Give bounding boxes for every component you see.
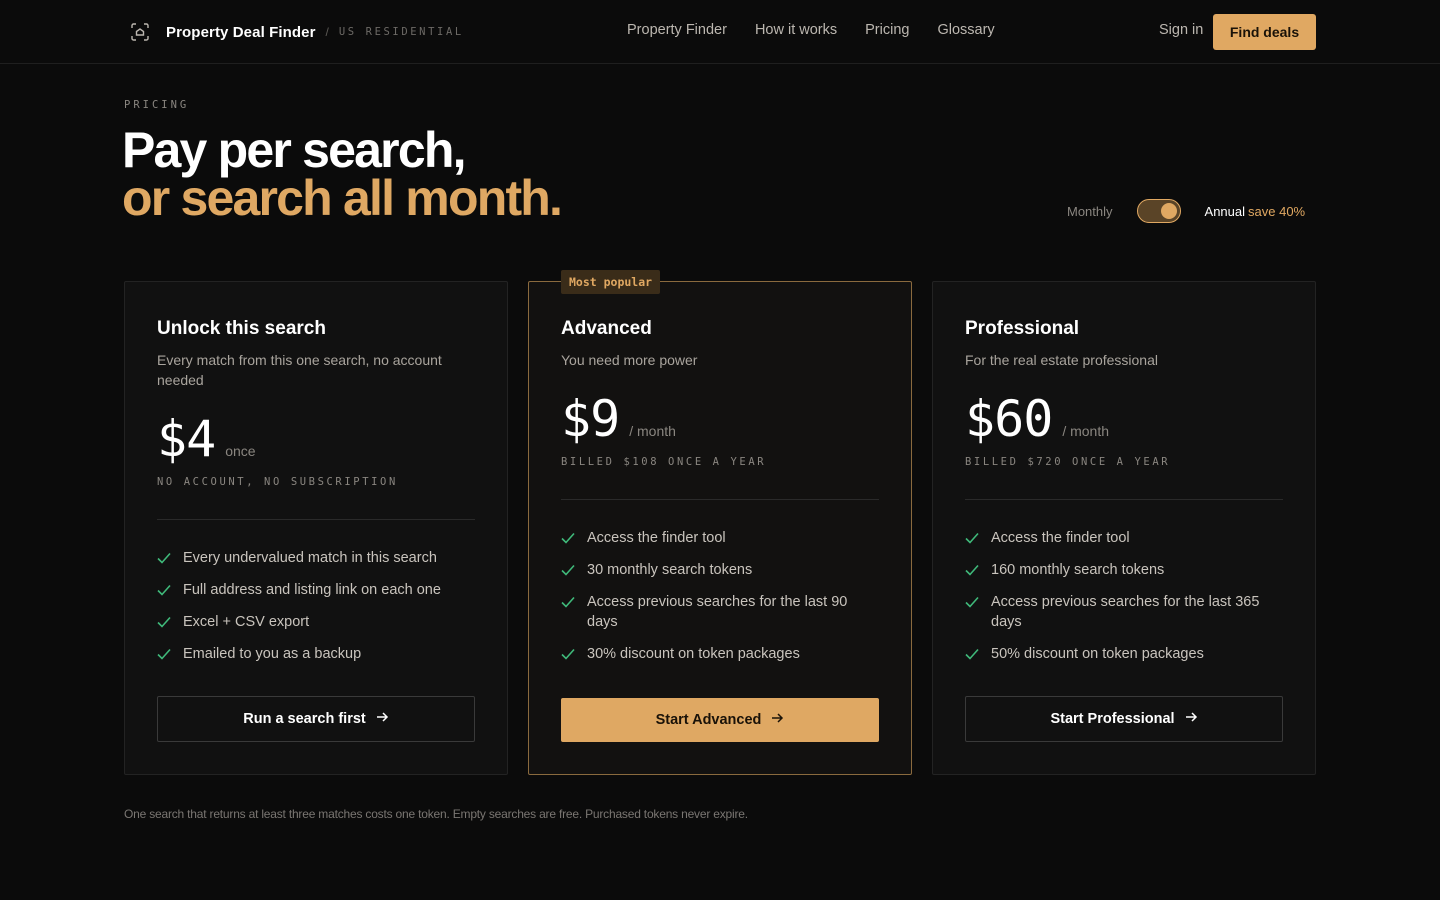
plan-price: $60 — [965, 390, 1053, 448]
list-item: 50% discount on token packages — [965, 644, 1283, 664]
nav-how-it-works[interactable]: How it works — [755, 22, 837, 38]
arrow-right-icon — [1185, 711, 1198, 727]
brand-tag: US RESIDENTIAL — [338, 26, 464, 38]
plan-description: Every match from this one search, no acc… — [157, 352, 442, 388]
arrow-right-icon — [771, 712, 784, 728]
toggle-knob — [1160, 203, 1177, 219]
save-badge: save 40% — [1248, 203, 1306, 219]
list-item: Access the finder tool — [561, 528, 879, 548]
plan-price: $4 — [157, 410, 216, 468]
feature-text: Access the finder tool — [991, 530, 1130, 546]
cta-label: Start Advanced — [655, 712, 762, 728]
list-item: 160 monthly search tokens — [965, 560, 1283, 580]
list-item: Excel + CSV export — [157, 612, 475, 632]
start-advanced-button[interactable]: Start Advanced — [561, 698, 879, 742]
feature-text: 160 monthly search tokens — [991, 562, 1165, 578]
plan-name: Unlock this search — [157, 318, 326, 339]
check-icon — [561, 644, 575, 664]
annual-label[interactable]: Annual — [1205, 204, 1245, 219]
price-row: $9 / month — [561, 390, 676, 448]
title-line-1: Pay per search, — [122, 122, 466, 178]
feature-text: Full address and listing link on each on… — [183, 582, 441, 598]
list-item: 30% discount on token packages — [561, 644, 879, 664]
feature-text: Every undervalued match in this search — [183, 550, 437, 566]
check-icon — [561, 560, 575, 580]
divider — [561, 499, 879, 500]
check-icon — [561, 592, 575, 612]
top-bar: Property Deal Finder / US RESIDENTIAL Pr… — [0, 0, 1440, 64]
pricing-footnote: One search that returns at least three m… — [124, 807, 748, 821]
check-icon — [965, 644, 979, 664]
check-icon — [157, 580, 171, 600]
brand-separator: / — [325, 25, 329, 39]
price-row: $4 once — [157, 410, 256, 468]
plan-card-professional: Professional For the real estate profess… — [932, 281, 1316, 775]
plan-name: Advanced — [561, 318, 652, 339]
run-search-button[interactable]: Run a search first — [157, 696, 475, 742]
list-item: Access previous searches for the last 90… — [561, 592, 879, 632]
check-icon — [965, 560, 979, 580]
billing-note: NO ACCOUNT, NO SUBSCRIPTION — [157, 476, 398, 488]
plan-period: / month — [1062, 423, 1110, 439]
plan-period: / month — [629, 423, 676, 439]
check-icon — [965, 528, 979, 548]
billing-toggle[interactable] — [1136, 199, 1181, 223]
feature-text: Access previous searches for the last 36… — [991, 594, 1260, 630]
plan-card-unlock: Unlock this search Every match from this… — [124, 281, 508, 775]
feature-text: 50% discount on token packages — [991, 646, 1204, 662]
list-item: Emailed to you as a backup — [157, 644, 475, 664]
find-deals-button[interactable]: Find deals — [1213, 14, 1316, 50]
billing-note: BILLED $720 ONCE A YEAR — [965, 456, 1171, 468]
scan-icon — [128, 20, 152, 44]
feature-text: Emailed to you as a backup — [183, 646, 362, 662]
cta-label: Start Professional — [1050, 711, 1175, 727]
divider — [157, 519, 475, 520]
feature-text: 30% discount on token packages — [587, 646, 800, 662]
arrow-right-icon — [376, 711, 389, 727]
plan-description: For the real estate professional — [965, 352, 1158, 368]
brand-name: Property Deal Finder — [166, 23, 316, 41]
plan-period: once — [225, 443, 256, 459]
list-item: Access previous searches for the last 36… — [965, 592, 1283, 632]
sign-in-link[interactable]: Sign in — [1159, 22, 1203, 38]
check-icon — [157, 644, 171, 664]
feature-text: Excel + CSV export — [183, 614, 310, 630]
feature-text: Access previous searches for the last 90… — [587, 594, 848, 630]
price-row: $60 / month — [965, 390, 1109, 448]
list-item: Access the finder tool — [965, 528, 1283, 548]
plan-price: $9 — [561, 390, 620, 448]
divider — [965, 499, 1283, 500]
brand[interactable]: Property Deal Finder / US RESIDENTIAL — [128, 20, 464, 44]
main-nav: Property Finder How it works Pricing Glo… — [627, 22, 995, 38]
feature-list: Every undervalued match in this search F… — [157, 548, 475, 676]
check-icon — [561, 528, 575, 548]
nav-property-finder[interactable]: Property Finder — [627, 22, 727, 38]
plan-name: Professional — [965, 318, 1080, 339]
feature-text: 30 monthly search tokens — [587, 562, 753, 578]
list-item: 30 monthly search tokens — [561, 560, 879, 580]
section-eyebrow: PRICING — [124, 99, 190, 111]
nav-pricing[interactable]: Pricing — [865, 22, 909, 38]
list-item: Full address and listing link on each on… — [157, 580, 475, 600]
feature-text: Access the finder tool — [587, 530, 726, 546]
title-line-2: or search all month. — [122, 170, 563, 226]
billing-period-switch: Monthly Annual save 40% — [1067, 199, 1305, 223]
monthly-label[interactable]: Monthly — [1067, 204, 1113, 219]
cta-label: Run a search first — [243, 711, 366, 727]
nav-glossary[interactable]: Glossary — [937, 22, 994, 38]
most-popular-badge: Most popular — [561, 270, 661, 294]
check-icon — [157, 612, 171, 632]
billing-note: BILLED $108 ONCE A YEAR — [561, 456, 767, 468]
page-title: Pay per search, or search all month. — [122, 122, 563, 226]
plan-description: You need more power — [561, 352, 698, 368]
feature-list: Access the finder tool 160 monthly searc… — [965, 528, 1283, 676]
list-item: Every undervalued match in this search — [157, 548, 475, 568]
feature-list: Access the finder tool 30 monthly search… — [561, 528, 879, 676]
plan-card-advanced: Most popular Advanced You need more powe… — [528, 270, 912, 775]
start-professional-button[interactable]: Start Professional — [965, 696, 1283, 742]
check-icon — [157, 548, 171, 568]
check-icon — [965, 592, 979, 612]
